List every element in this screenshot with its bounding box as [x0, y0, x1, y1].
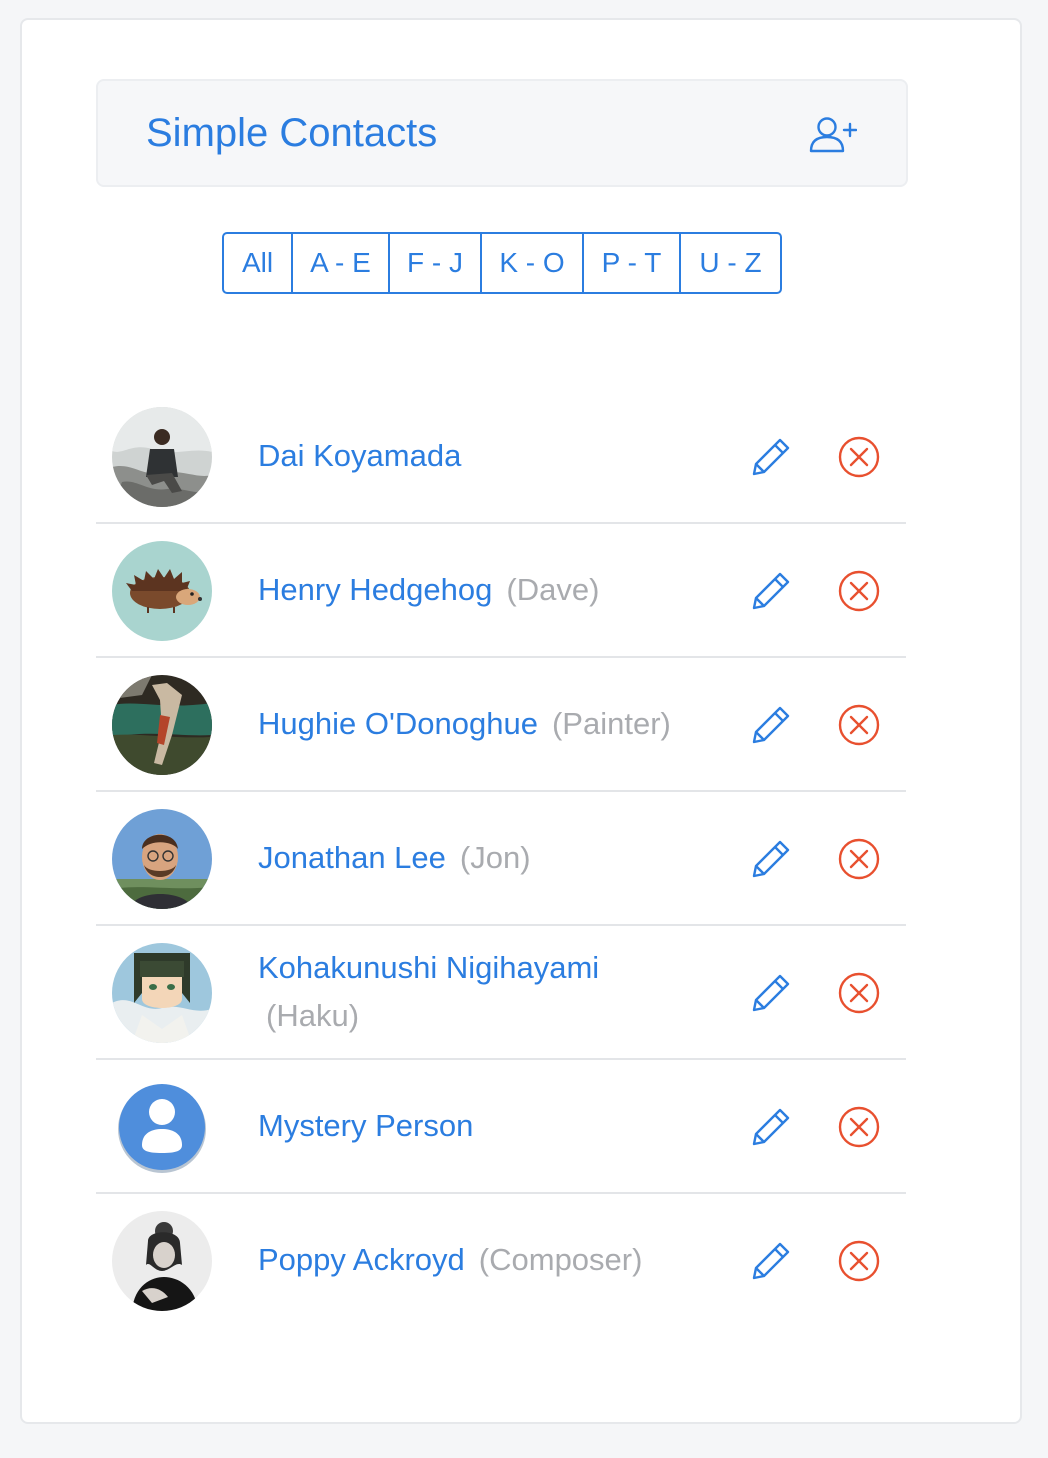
edit-contact-button[interactable] — [748, 1104, 794, 1150]
letter-filter-group: All A - E F - J K - O P - T U - Z — [222, 232, 782, 294]
filter-f-j[interactable]: F - J — [388, 234, 480, 292]
contact-name[interactable]: Dai Koyamada — [258, 438, 461, 473]
contact-row: Kohakunushi Nigihayami (Haku) — [96, 926, 906, 1060]
pencil-icon — [752, 438, 790, 476]
filter-k-o[interactable]: K - O — [480, 234, 582, 292]
filter-p-t[interactable]: P - T — [582, 234, 679, 292]
close-circle-icon — [838, 436, 880, 478]
contact-row: Mystery Person — [96, 1060, 906, 1194]
pencil-icon — [752, 1242, 790, 1280]
close-circle-icon — [838, 972, 880, 1014]
delete-contact-button[interactable] — [836, 1104, 882, 1150]
close-circle-icon — [838, 1106, 880, 1148]
abstract-painting-icon — [112, 675, 212, 775]
contact-name[interactable]: Kohakunushi Nigihayami — [258, 950, 599, 985]
contact-nickname: (Haku) — [266, 998, 360, 1033]
edit-contact-button[interactable] — [748, 970, 794, 1016]
delete-contact-button[interactable] — [836, 434, 882, 480]
photo-bearded-man-icon — [112, 809, 212, 909]
pencil-icon — [752, 974, 790, 1012]
edit-contact-button[interactable] — [748, 434, 794, 480]
filter-all[interactable]: All — [224, 234, 291, 292]
app-title: Simple Contacts — [146, 111, 438, 155]
photo-man-on-rocks-icon — [112, 407, 212, 507]
close-circle-icon — [838, 838, 880, 880]
avatar[interactable] — [112, 809, 212, 909]
pencil-icon — [752, 1108, 790, 1146]
hedgehog-drawing-icon — [112, 541, 212, 641]
delete-contact-button[interactable] — [836, 702, 882, 748]
add-contact-button[interactable] — [804, 111, 860, 159]
contact-name-area: Hughie O'Donoghue (Painter) — [258, 658, 728, 790]
contact-name-area: Henry Hedgehog (Dave) — [258, 524, 728, 656]
delete-contact-button[interactable] — [836, 836, 882, 882]
close-circle-icon — [838, 1240, 880, 1282]
contact-row: Poppy Ackroyd (Composer) — [96, 1194, 906, 1328]
close-circle-icon — [838, 570, 880, 612]
contact-name[interactable]: Henry Hedgehog — [258, 572, 492, 607]
edit-contact-button[interactable] — [748, 836, 794, 882]
close-circle-icon — [838, 704, 880, 746]
filter-a-e[interactable]: A - E — [291, 234, 388, 292]
avatar[interactable] — [112, 675, 212, 775]
contact-name-area: Dai Koyamada — [258, 390, 728, 522]
avatar[interactable] — [112, 541, 212, 641]
pencil-icon — [752, 572, 790, 610]
contact-row: Henry Hedgehog (Dave) — [96, 524, 906, 658]
delete-contact-button[interactable] — [836, 1238, 882, 1284]
anime-character-icon — [112, 943, 212, 1043]
contact-row: Jonathan Lee (Jon) — [96, 792, 906, 926]
contact-row: Dai Koyamada — [96, 390, 906, 524]
pencil-icon — [752, 840, 790, 878]
contact-name-area: Jonathan Lee (Jon) — [258, 792, 728, 924]
contact-name[interactable]: Mystery Person — [258, 1108, 473, 1143]
pencil-icon — [752, 706, 790, 744]
contact-name-area: Mystery Person — [258, 1060, 728, 1192]
default-person-icon — [112, 1077, 212, 1177]
delete-contact-button[interactable] — [836, 970, 882, 1016]
contact-nickname: (Jon) — [459, 840, 531, 875]
contact-name-area: Kohakunushi Nigihayami (Haku) — [258, 926, 728, 1058]
delete-contact-button[interactable] — [836, 568, 882, 614]
filter-u-z[interactable]: U - Z — [679, 234, 780, 292]
contact-name[interactable]: Jonathan Lee — [258, 840, 446, 875]
edit-contact-button[interactable] — [748, 702, 794, 748]
avatar[interactable] — [112, 943, 212, 1043]
edit-contact-button[interactable] — [748, 568, 794, 614]
contact-nickname: (Dave) — [506, 572, 600, 607]
contact-name-area: Poppy Ackroyd (Composer) — [258, 1194, 728, 1326]
app-header: Simple Contacts — [96, 79, 908, 187]
contact-row: Hughie O'Donoghue (Painter) — [96, 658, 906, 792]
contact-nickname: (Painter) — [551, 706, 671, 741]
avatar[interactable] — [112, 1211, 212, 1311]
photo-woman-bw-icon — [112, 1211, 212, 1311]
avatar[interactable] — [112, 1077, 212, 1177]
contact-name[interactable]: Poppy Ackroyd — [258, 1242, 465, 1277]
contact-name[interactable]: Hughie O'Donoghue — [258, 706, 538, 741]
edit-contact-button[interactable] — [748, 1238, 794, 1284]
add-user-icon — [809, 117, 857, 153]
contact-list: Dai Koyamada Henry Hedgehog (Dave) Hughi… — [96, 390, 906, 1328]
avatar[interactable] — [112, 407, 212, 507]
contact-nickname: (Composer) — [478, 1242, 643, 1277]
